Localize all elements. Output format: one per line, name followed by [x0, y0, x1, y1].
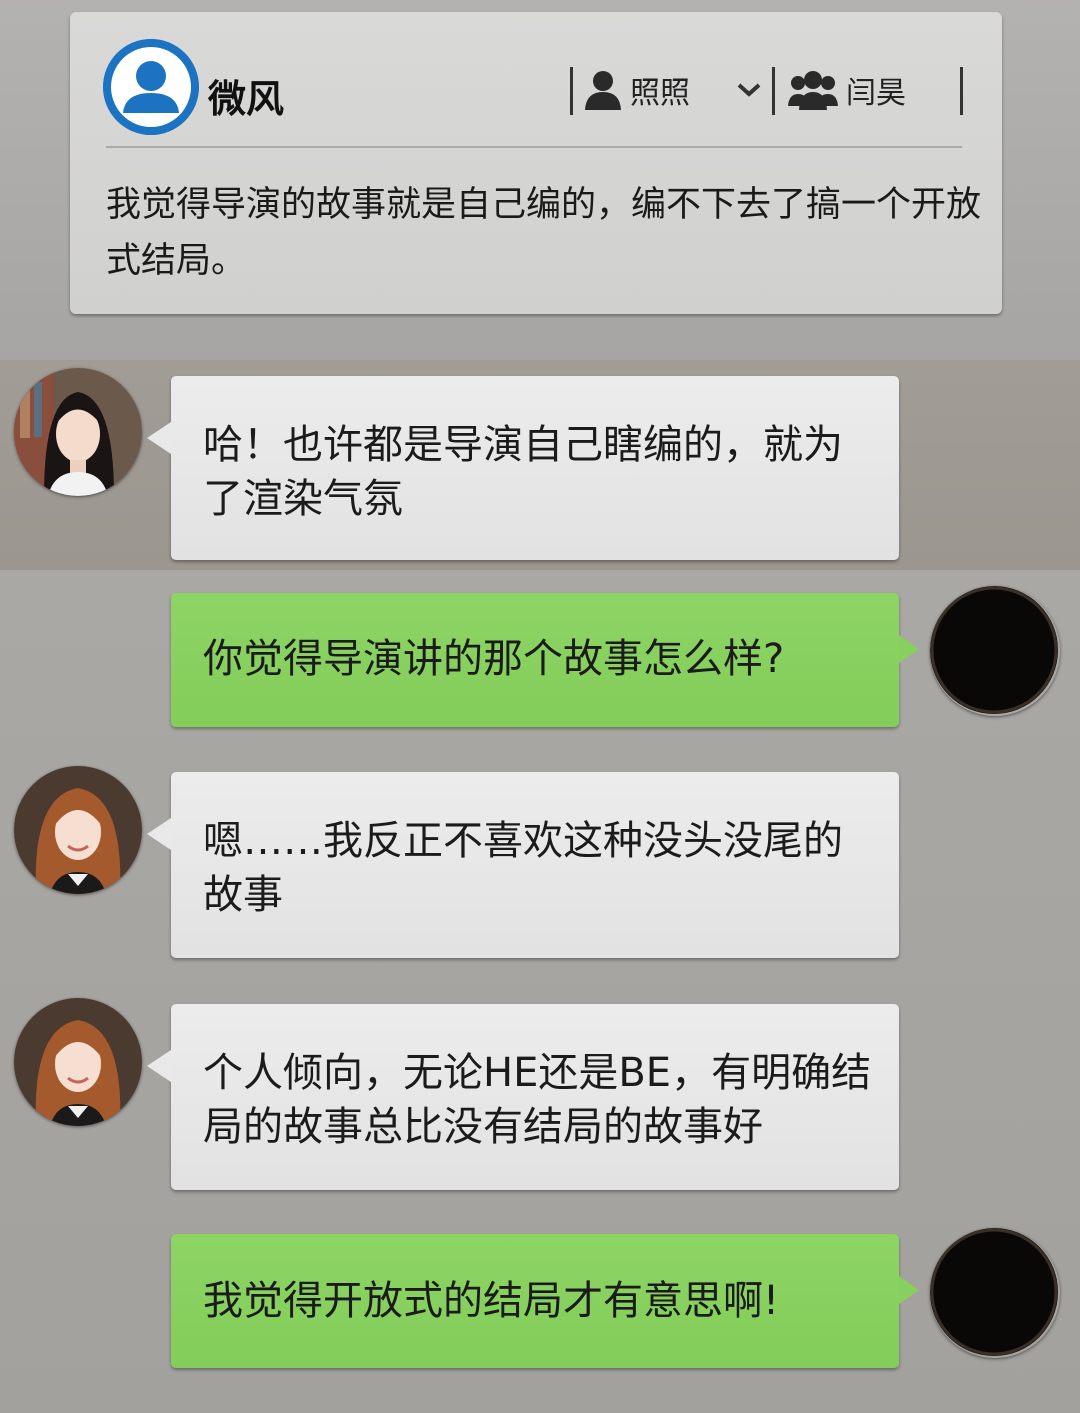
message-text: 个人倾向，无论HE还是BE，有明确结局的故事总比没有结局的故事好 — [203, 1050, 872, 1150]
avatar-dark-hair-woman[interactable] — [14, 368, 142, 496]
message-text: 你觉得导演讲的那个故事怎么样? — [203, 636, 785, 682]
avatar-auburn-hair-woman[interactable] — [14, 766, 142, 894]
mention-separator — [960, 67, 963, 115]
avatar-auburn-hair-woman[interactable] — [14, 998, 142, 1126]
message-text: 我觉得开放式的结局才有意思啊! — [203, 1278, 780, 1324]
card-divider — [106, 146, 962, 148]
post-text: 我觉得导演的故事就是自己编的，编不下去了搞一个开放式结局。 — [106, 185, 982, 281]
avatar-black-circle[interactable] — [930, 586, 1060, 716]
mention-name: 照照 — [630, 76, 690, 111]
message-text: 嗯……我反正不喜欢这种没头没尾的故事 — [203, 818, 843, 918]
mention-separator — [772, 67, 775, 115]
message-bubble[interactable]: 我觉得开放式的结局才有意思啊! — [171, 1234, 919, 1368]
person-icon — [585, 71, 621, 110]
message-bubble[interactable]: 你觉得导演讲的那个故事怎么样? — [171, 593, 919, 727]
group-icon — [788, 71, 838, 110]
message-text: 哈！也许都是导演自己瞎编的，就为了渲染气氛 — [203, 422, 843, 522]
mention-item[interactable]: 闫昊 — [788, 68, 906, 112]
avatar-black-circle[interactable] — [930, 1228, 1060, 1358]
mention-separator — [570, 67, 573, 115]
user-icon[interactable] — [103, 39, 199, 135]
message-bubble[interactable]: 个人倾向，无论HE还是BE，有明确结局的故事总比没有结局的故事好 — [147, 1004, 899, 1190]
message-bubble[interactable]: 哈！也许都是导演自己瞎编的，就为了渲染气氛 — [147, 376, 899, 560]
post-author[interactable]: 微风 — [208, 68, 284, 123]
message-bubble[interactable]: 嗯……我反正不喜欢这种没头没尾的故事 — [147, 772, 899, 958]
mention-name: 闫昊 — [846, 76, 906, 111]
chevron-down-icon[interactable] — [736, 82, 762, 98]
mention-item[interactable]: 照照 — [584, 68, 690, 112]
post-card: 微风 照照 闫昊 我觉得导演的故事就是自己编的，编不下去了搞一个开放式结局。 — [70, 12, 1002, 314]
